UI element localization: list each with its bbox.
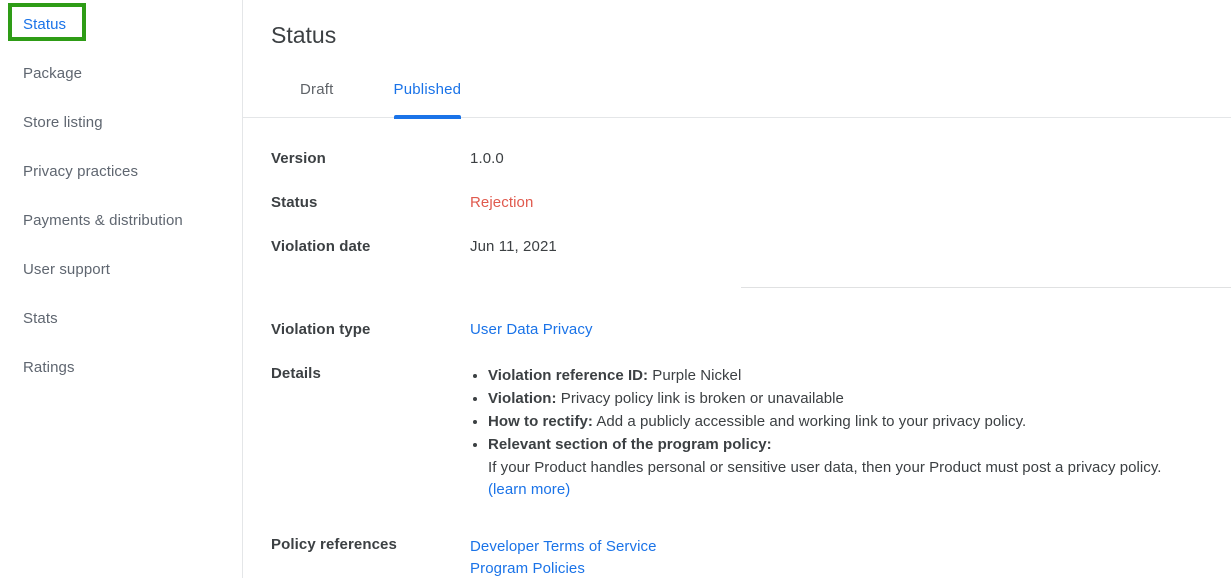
status-badge: Rejection bbox=[470, 194, 534, 211]
status-details: Version 1.0.0 Status Rejection Violation… bbox=[243, 150, 1231, 578]
list-item: How to rectify: Add a publicly accessibl… bbox=[488, 411, 1162, 433]
row-label-status: Status bbox=[271, 194, 318, 211]
sidebar-item-label: Status bbox=[23, 16, 67, 33]
sidebar-item-label: Payments & distribution bbox=[23, 212, 183, 229]
policy-reference-links: Developer Terms of Service Program Polic… bbox=[470, 536, 657, 578]
list-item: Violation reference ID: Purple Nickel bbox=[488, 365, 1162, 387]
row-label-details: Details bbox=[271, 365, 321, 382]
violation-type-link[interactable]: User Data Privacy bbox=[470, 321, 593, 338]
row-details: Details Violation reference ID: Purple N… bbox=[243, 365, 1231, 502]
bullet-term: How to rectify: bbox=[488, 413, 593, 430]
sidebar-item-label: Privacy practices bbox=[23, 163, 139, 180]
sidebar-item-ratings[interactable]: Ratings bbox=[0, 343, 242, 392]
sidebar-item-label: Ratings bbox=[23, 359, 75, 376]
sidebar-item-stats[interactable]: Stats bbox=[0, 294, 242, 343]
row-label-violation-date: Violation date bbox=[271, 238, 371, 255]
row-value-violation-date: Jun 11, 2021 bbox=[470, 238, 557, 255]
tab-bar: Draft Published bbox=[243, 75, 1231, 119]
sidebar-item-payments-distribution[interactable]: Payments & distribution bbox=[0, 196, 242, 245]
details-bullet-list: Violation reference ID: Purple Nickel Vi… bbox=[470, 365, 1162, 501]
sidebar-item-privacy-practices[interactable]: Privacy practices bbox=[0, 147, 242, 196]
main-content: Status Draft Published Version 1.0.0 Sta… bbox=[243, 0, 1231, 578]
bullet-term: Relevant section of the program policy: bbox=[488, 436, 772, 453]
learn-more-link[interactable]: (learn more) bbox=[488, 479, 1162, 501]
row-status: Status Rejection bbox=[243, 194, 1231, 211]
tab-published[interactable]: Published bbox=[393, 75, 462, 119]
sidebar-item-label: User support bbox=[23, 261, 111, 278]
policy-link-developer-terms[interactable]: Developer Terms of Service bbox=[470, 536, 657, 558]
row-label-version: Version bbox=[271, 150, 326, 167]
app-root: Status Package Store listing Privacy pra… bbox=[0, 0, 1231, 578]
policy-link-program-policies[interactable]: Program Policies bbox=[470, 558, 657, 578]
bullet-text: Add a publicly accessible and working li… bbox=[592, 413, 1027, 430]
row-policy-references: Policy references Developer Terms of Ser… bbox=[243, 536, 1231, 578]
row-violation-type: Violation type User Data Privacy bbox=[243, 321, 1231, 338]
bullet-text: Privacy policy link is broken or unavail… bbox=[556, 390, 844, 407]
bullet-text: Purple Nickel bbox=[648, 367, 742, 384]
row-value-details: Violation reference ID: Purple Nickel Vi… bbox=[470, 365, 1162, 502]
row-version: Version 1.0.0 bbox=[243, 150, 1231, 167]
bullet-sub-text: If your Product handles personal or sens… bbox=[488, 459, 1162, 476]
sidebar-item-store-listing[interactable]: Store listing bbox=[0, 98, 242, 147]
sidebar-item-label: Stats bbox=[23, 310, 58, 327]
section-divider bbox=[741, 287, 1231, 288]
sidebar: Status Package Store listing Privacy pra… bbox=[0, 0, 243, 578]
list-item: Violation: Privacy policy link is broken… bbox=[488, 388, 1162, 410]
row-violation-date: Violation date Jun 11, 2021 bbox=[243, 238, 1231, 255]
bullet-term: Violation reference ID: bbox=[488, 367, 649, 384]
tab-draft[interactable]: Draft bbox=[300, 75, 334, 118]
sidebar-item-package[interactable]: Package bbox=[0, 49, 242, 98]
row-value-violation-type: User Data Privacy bbox=[470, 321, 593, 338]
sidebar-nav-list: Status Package Store listing Privacy pra… bbox=[0, 0, 242, 392]
page-title: Status bbox=[271, 22, 337, 48]
sidebar-item-status[interactable]: Status bbox=[0, 0, 242, 49]
sidebar-item-user-support[interactable]: User support bbox=[0, 245, 242, 294]
list-item: Relevant section of the program policy: … bbox=[488, 434, 1162, 501]
row-value-version: 1.0.0 bbox=[470, 150, 504, 167]
bullet-term: Violation: bbox=[488, 390, 557, 407]
row-label-policy-references: Policy references bbox=[271, 536, 397, 553]
row-label-violation-type: Violation type bbox=[271, 321, 371, 338]
sidebar-item-label: Store listing bbox=[23, 114, 103, 131]
sidebar-item-label: Package bbox=[23, 65, 83, 82]
